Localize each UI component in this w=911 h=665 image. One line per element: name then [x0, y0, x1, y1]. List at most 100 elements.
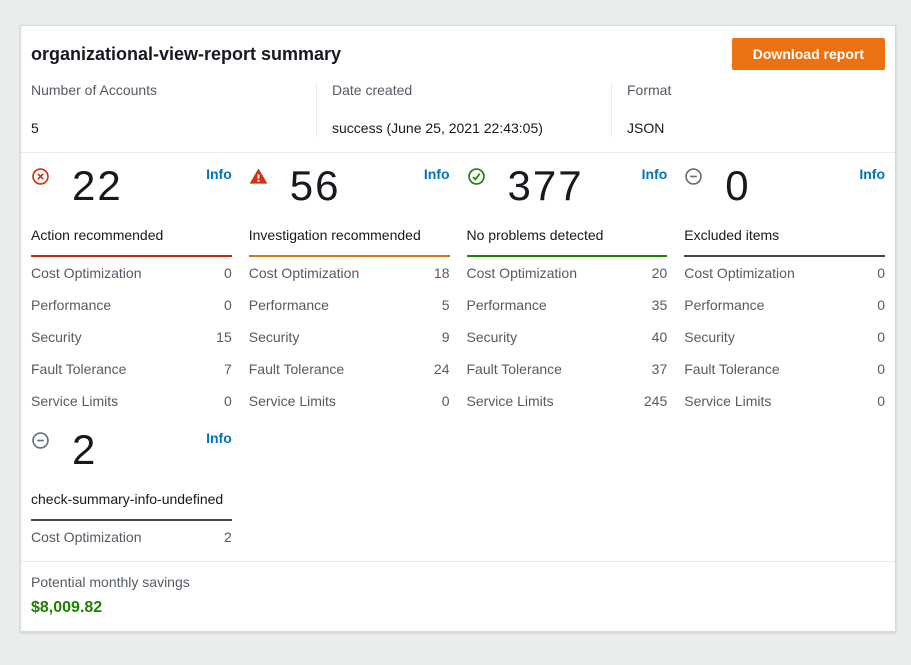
stat-value: 0	[224, 265, 232, 281]
stat-row: Fault Tolerance 0	[684, 353, 885, 385]
stat-value: 9	[442, 329, 450, 345]
savings-label: Potential monthly savings	[31, 574, 885, 591]
stat-label: Performance	[467, 297, 547, 313]
meta-value: JSON	[627, 120, 885, 137]
stat-label: Performance	[684, 297, 764, 313]
warning-triangle-icon	[249, 167, 268, 186]
stat-row: Security 0	[684, 321, 885, 353]
stat-value: 35	[652, 297, 668, 313]
stat-value: 0	[877, 393, 885, 409]
meta-label: Date created	[332, 82, 611, 99]
card-count: 22	[72, 163, 123, 209]
page-title: organizational-view-report summary	[31, 44, 341, 65]
stat-value: 5	[442, 297, 450, 313]
card-count: 56	[290, 163, 341, 209]
stat-row: Performance 5	[249, 289, 450, 321]
stat-label: Fault Tolerance	[31, 361, 126, 377]
stat-row: Cost Optimization 18	[249, 257, 450, 289]
stat-label: Cost Optimization	[467, 265, 577, 281]
stat-row: Fault Tolerance 7	[31, 353, 232, 385]
meta-format: Format JSON	[611, 82, 885, 137]
stat-value: 37	[652, 361, 668, 377]
stat-value: 40	[652, 329, 668, 345]
meta-value: success (June 25, 2021 22:43:05)	[332, 120, 611, 137]
card-excluded-items: 0 Info Excluded items Cost Optimization …	[684, 165, 885, 417]
stat-value: 0	[224, 297, 232, 313]
stat-value: 18	[434, 265, 450, 281]
info-link[interactable]: Info	[859, 165, 885, 184]
stat-label: Service Limits	[31, 393, 118, 409]
stat-label: Fault Tolerance	[249, 361, 344, 377]
check-circle-icon	[467, 167, 486, 186]
stat-value: 7	[224, 361, 232, 377]
stat-row: Performance 0	[684, 289, 885, 321]
stat-row: Performance 35	[467, 289, 668, 321]
meta-label: Number of Accounts	[31, 82, 316, 99]
minus-circle-icon	[31, 431, 50, 450]
stat-value: 0	[224, 393, 232, 409]
stat-label: Cost Optimization	[31, 529, 141, 545]
stat-row: Cost Optimization 2	[31, 521, 232, 553]
stat-row: Security 40	[467, 321, 668, 353]
stat-label: Performance	[249, 297, 329, 313]
info-link[interactable]: Info	[206, 165, 232, 184]
stat-row: Cost Optimization 20	[467, 257, 668, 289]
card-action-recommended: 22 Info Action recommended Cost Optimiza…	[31, 165, 232, 417]
stat-value: 2	[224, 529, 232, 545]
info-link[interactable]: Info	[424, 165, 450, 184]
stat-row: Service Limits 0	[31, 385, 232, 417]
stat-label: Service Limits	[467, 393, 554, 409]
stat-row: Fault Tolerance 24	[249, 353, 450, 385]
stat-row: Service Limits 0	[249, 385, 450, 417]
stat-label: Service Limits	[249, 393, 336, 409]
card-title: Excluded items	[684, 223, 885, 247]
card-no-problems-detected: 377 Info No problems detected Cost Optim…	[467, 165, 668, 417]
stat-value: 0	[877, 361, 885, 377]
stat-row: Performance 0	[31, 289, 232, 321]
stat-label: Cost Optimization	[249, 265, 359, 281]
stat-value: 245	[644, 393, 667, 409]
card-title: check-summary-info-undefined	[31, 487, 232, 511]
report-summary-panel: organizational-view-report summary Downl…	[20, 25, 896, 632]
stat-label: Security	[249, 329, 300, 345]
card-count: 377	[508, 163, 584, 209]
info-link[interactable]: Info	[206, 429, 232, 448]
card-title: Action recommended	[31, 223, 232, 247]
card-check-summary-info-undefined: 2 Info check-summary-info-undefined Cost…	[31, 429, 232, 553]
stat-row: Cost Optimization 0	[684, 257, 885, 289]
info-link[interactable]: Info	[642, 165, 668, 184]
stat-row: Cost Optimization 0	[31, 257, 232, 289]
card-count: 0	[725, 163, 750, 209]
stat-value: 0	[877, 297, 885, 313]
savings-section: Potential monthly savings $8,009.82	[21, 561, 895, 631]
download-report-button[interactable]: Download report	[732, 38, 885, 70]
report-meta-section: Number of Accounts 5 Date created succes…	[21, 80, 895, 153]
stat-label: Security	[467, 329, 518, 345]
meta-number-of-accounts: Number of Accounts 5	[31, 82, 316, 137]
card-title: No problems detected	[467, 223, 668, 247]
error-circle-icon	[31, 167, 50, 186]
stat-label: Fault Tolerance	[467, 361, 562, 377]
stat-label: Security	[31, 329, 82, 345]
meta-value: 5	[31, 120, 316, 137]
card-title: Investigation recommended	[249, 223, 450, 247]
stat-value: 20	[652, 265, 668, 281]
stat-value: 15	[216, 329, 232, 345]
stat-row: Security 15	[31, 321, 232, 353]
card-investigation-recommended: 56 Info Investigation recommended Cost O…	[249, 165, 450, 417]
meta-label: Format	[627, 82, 885, 99]
panel-header: organizational-view-report summary Downl…	[21, 26, 895, 80]
stat-label: Cost Optimization	[684, 265, 794, 281]
summary-cards-grid: 22 Info Action recommended Cost Optimiza…	[21, 153, 895, 561]
stat-value: 0	[442, 393, 450, 409]
stat-value: 0	[877, 265, 885, 281]
card-count: 2	[72, 427, 97, 473]
meta-date-created: Date created success (June 25, 2021 22:4…	[316, 82, 611, 137]
stat-value: 0	[877, 329, 885, 345]
stat-label: Cost Optimization	[31, 265, 141, 281]
stat-row: Service Limits 245	[467, 385, 668, 417]
stat-row: Service Limits 0	[684, 385, 885, 417]
savings-value: $8,009.82	[31, 599, 885, 617]
stat-label: Performance	[31, 297, 111, 313]
stat-value: 24	[434, 361, 450, 377]
